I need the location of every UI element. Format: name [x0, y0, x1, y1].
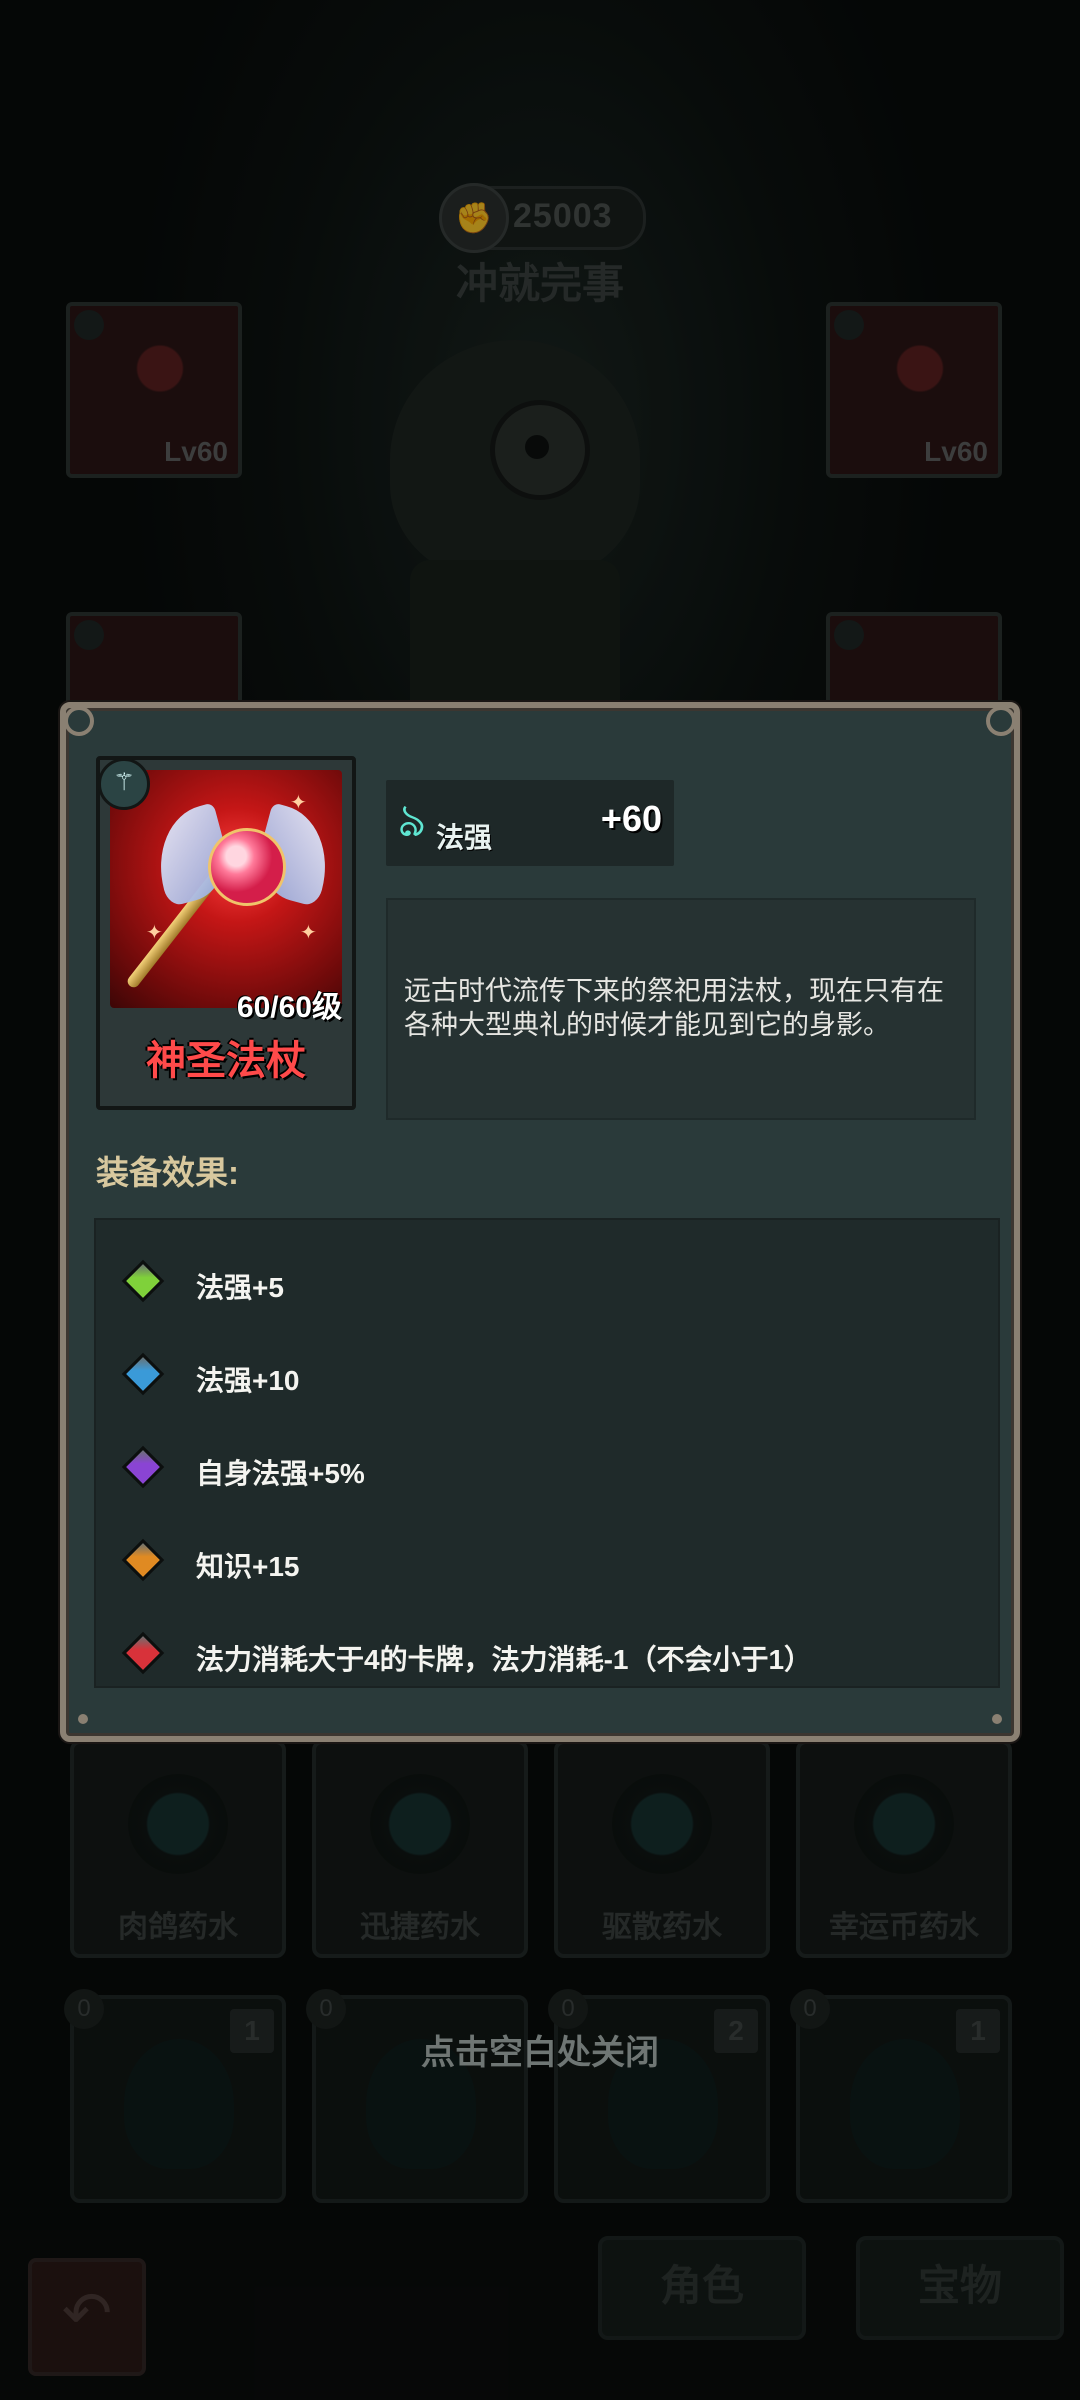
effect-text: 知识+15: [196, 1551, 300, 1582]
item-card: ✦ ✦ ✦ ⚚ 60/60级 神圣法杖: [96, 756, 356, 1110]
frame-corner: [986, 706, 1016, 736]
item-name: 神圣法杖: [146, 1039, 306, 1083]
item-detail-modal: ✦ ✦ ✦ ⚚ 60/60级 神圣法杖 ঌ 法强 +60 远古时代流传下来的祭祀…: [60, 702, 1020, 1742]
effect-row: 法力消耗大于4的卡牌，法力消耗-1（不会小于1）: [96, 1626, 998, 1686]
effect-row: 法强+10: [96, 1347, 998, 1407]
effect-text: 法强+5: [196, 1272, 284, 1303]
effect-text: 法强+10: [196, 1365, 300, 1396]
frame-rivet: [992, 1714, 1002, 1724]
item-description: 远古时代流传下来的祭祀用法杖，现在只有在各种大型典礼的时候才能见到它的身影。: [404, 976, 944, 1040]
effect-row: 法强+5: [96, 1254, 998, 1314]
effect-row: 自身法强+5%: [96, 1440, 998, 1500]
effect-text: 法力消耗大于4的卡牌，法力消耗-1（不会小于1）: [196, 1644, 813, 1675]
effect-text: 自身法强+5%: [196, 1458, 365, 1489]
stat-box: ঌ 法强 +60: [386, 780, 674, 866]
stat-label: 法强: [436, 822, 493, 853]
stat-value: +60: [600, 798, 662, 839]
staff-icon: ⚚: [98, 758, 150, 810]
close-hint[interactable]: 点击空白处关闭: [0, 2025, 1080, 2074]
description-box: 远古时代流传下来的祭祀用法杖，现在只有在各种大型典礼的时候才能见到它的身影。: [386, 898, 976, 1120]
holy-staff-image: ✦ ✦ ✦: [110, 770, 342, 1008]
gem-icon: [121, 1259, 165, 1303]
frame-rivet: [78, 1714, 88, 1724]
gem-icon: [121, 1352, 165, 1396]
effect-row: 知识+15: [96, 1533, 998, 1593]
effects-list: 法强+5 法强+10 自身法强+5% 知识+15 法力消耗大于4的卡牌，法力消耗…: [94, 1218, 1000, 1688]
gem-icon: [121, 1538, 165, 1582]
flame-icon: ঌ: [398, 794, 426, 846]
gem-icon: [121, 1631, 165, 1675]
effects-title: 装备效果:: [96, 1154, 239, 1191]
frame-corner: [64, 706, 94, 736]
item-level: 60/60级: [236, 991, 342, 1024]
gem-icon: [121, 1445, 165, 1489]
